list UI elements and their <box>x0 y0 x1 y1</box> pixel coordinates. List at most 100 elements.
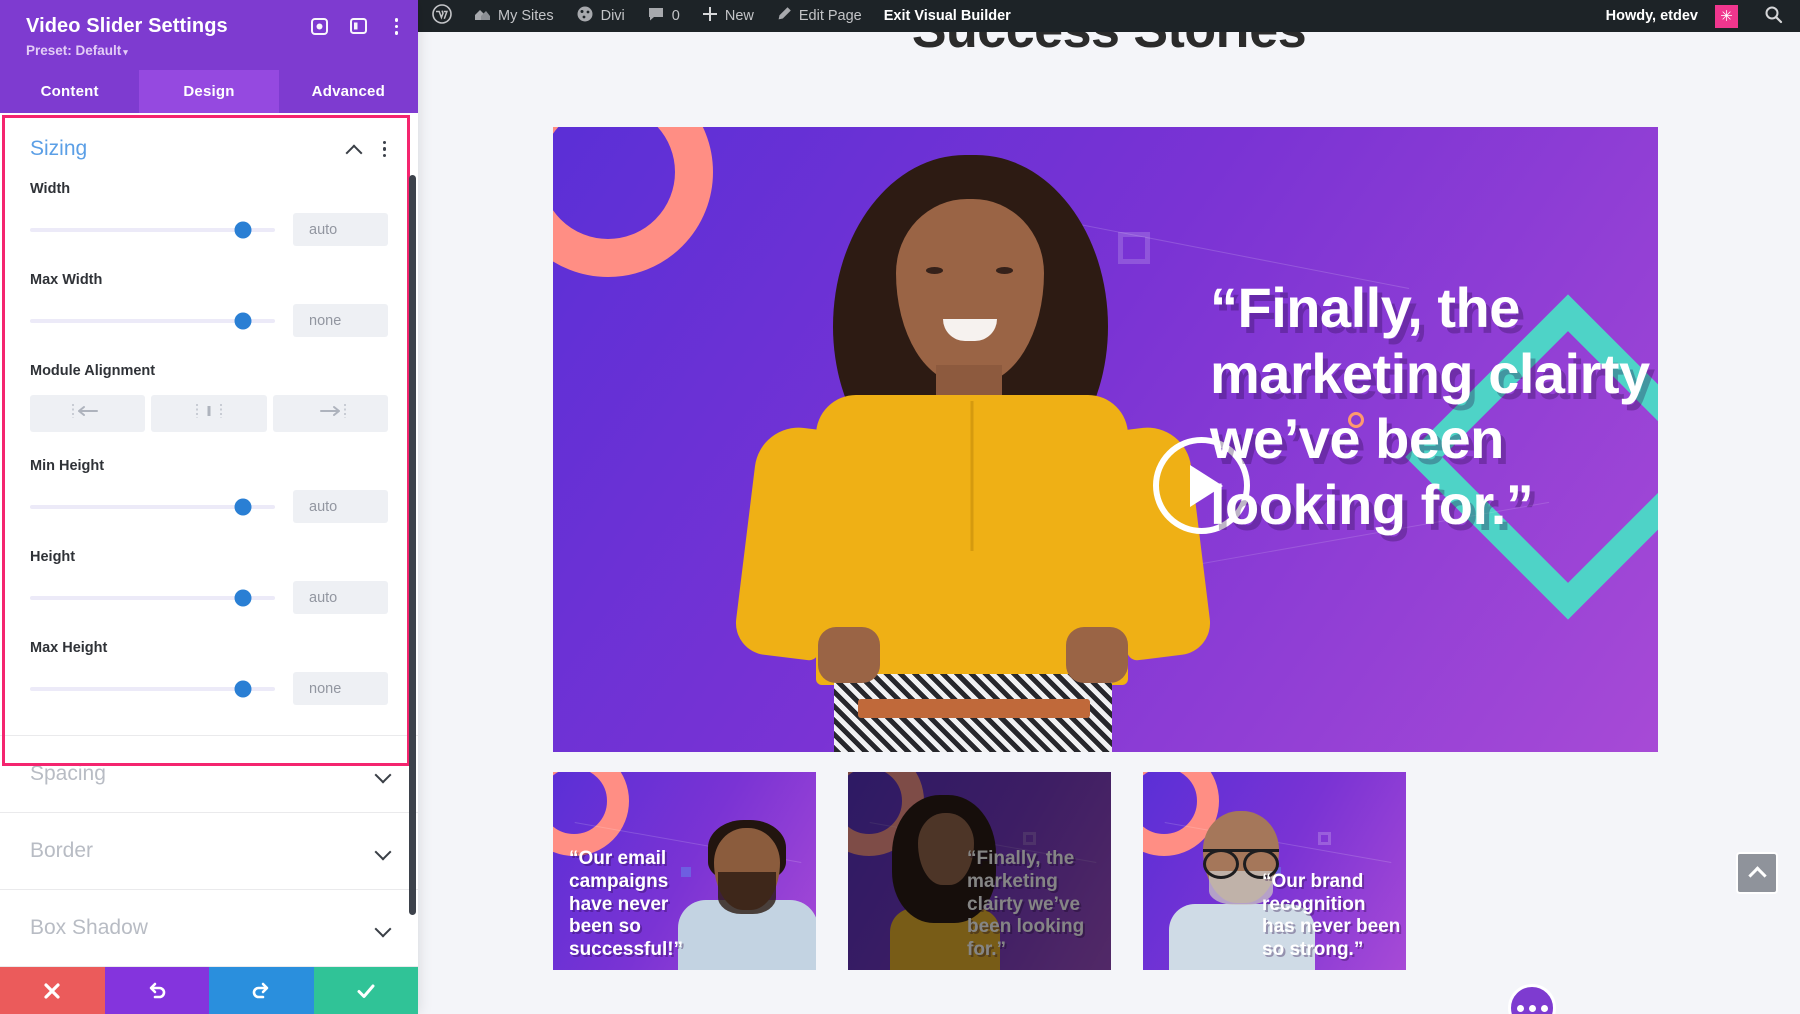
adminbar-item-exit-visual-builder[interactable]: Exit Visual Builder <box>873 0 1022 32</box>
checkmark-icon <box>357 984 375 998</box>
thumbnail-item[interactable]: “Our email campaigns have never been so … <box>553 772 816 970</box>
adminbar-item-wordpress[interactable] <box>418 0 462 32</box>
scroll-to-top-icon[interactable] <box>1736 852 1778 894</box>
width-input[interactable]: auto <box>293 213 388 246</box>
field-module-alignment: Module Alignment <box>30 363 388 432</box>
field-label: Width <box>30 181 71 197</box>
settings-group-border: Border <box>0 813 418 890</box>
align-center-button[interactable] <box>151 395 267 432</box>
adminbar-item-comments[interactable]: 0 <box>636 0 691 32</box>
save-button[interactable] <box>313 967 418 1014</box>
field-width: Width auto <box>30 181 388 246</box>
adminbar-item-new[interactable]: New <box>691 0 765 32</box>
adminbar-item-howdy[interactable]: Howdy, etdev ✳ <box>1595 0 1749 32</box>
settings-group-title: Sizing <box>30 137 88 160</box>
adminbar-label-edit-page: Edit Page <box>798 8 862 24</box>
cancel-button[interactable] <box>0 967 105 1014</box>
field-height: Height auto <box>30 549 388 614</box>
align-center-icon <box>192 403 226 424</box>
video-slider-thumbnails: “Our email campaigns have never been so … <box>553 772 1406 970</box>
max-width-input[interactable]: none <box>293 304 388 337</box>
chevron-down-icon[interactable] <box>376 843 392 859</box>
decor-pink-ring <box>553 127 713 277</box>
adminbar-label-my-sites: My Sites <box>498 8 554 24</box>
slider-knob[interactable] <box>234 498 252 515</box>
height-input[interactable]: auto <box>293 581 388 614</box>
chevron-down-icon[interactable] <box>376 920 392 936</box>
settings-group-spacing-header[interactable]: Spacing <box>0 736 418 812</box>
slide-quote: “Finally, the marketing clairty we’ve be… <box>1210 276 1650 536</box>
field-max-height: Max Height none <box>30 640 388 705</box>
redo-icon <box>252 982 269 998</box>
chevron-down-icon[interactable] <box>376 766 392 782</box>
align-left-button[interactable] <box>30 395 146 432</box>
adminbar-label-comment-count: 0 <box>671 8 680 24</box>
align-right-button[interactable] <box>272 395 388 432</box>
panel-scrollbar[interactable] <box>409 175 416 915</box>
page-canvas: Success Stories <box>418 32 1800 1014</box>
field-label: Max Width <box>30 272 103 288</box>
sites-icon <box>473 5 491 27</box>
video-slider-active-slide[interactable]: “Finally, the marketing clairty we’ve be… <box>553 127 1658 752</box>
settings-group-title: Border <box>30 839 94 862</box>
thumbnail-item[interactable]: “Finally, the marketing clairty we’ve be… <box>848 772 1111 970</box>
panel-footer <box>0 967 418 1014</box>
adminbar-item-divi[interactable]: Divi <box>565 0 636 32</box>
more-options-icon[interactable] <box>1508 984 1556 1014</box>
kebab-menu-icon[interactable] <box>389 16 405 37</box>
plus-icon <box>702 6 718 26</box>
adminbar-item-my-sites[interactable]: My Sites <box>462 0 565 32</box>
thumbnail-item[interactable]: “Our brand recognition has never been so… <box>1143 772 1406 970</box>
min-height-slider[interactable] <box>30 498 275 515</box>
panel-tabs: Content Design Advanced <box>0 70 418 113</box>
slider-knob[interactable] <box>234 312 252 329</box>
field-label: Min Height <box>30 458 105 474</box>
settings-group-sizing-header[interactable]: Sizing <box>0 113 418 181</box>
undo-icon <box>149 982 166 998</box>
tab-design[interactable]: Design <box>139 70 279 113</box>
layout-panel-icon[interactable] <box>349 18 367 35</box>
wordpress-logo-icon <box>432 4 452 28</box>
field-max-width: Max Width none <box>30 272 388 337</box>
tab-content[interactable]: Content <box>0 70 139 113</box>
settings-group-title: Box Shadow <box>30 916 148 939</box>
adminbar-item-edit-page[interactable]: Edit Page <box>765 0 873 32</box>
tab-advanced[interactable]: Advanced <box>279 70 418 113</box>
pencil-icon <box>776 6 792 26</box>
width-slider[interactable] <box>30 221 275 238</box>
panel-scroll-area: Sizing Width auto Max Width none Module … <box>0 113 418 967</box>
field-label: Height <box>30 549 76 565</box>
min-height-input[interactable]: auto <box>293 490 388 523</box>
adminbar-search-button[interactable] <box>1749 5 1800 28</box>
avatar: ✳ <box>1715 4 1738 28</box>
field-label: Module Alignment <box>30 363 156 379</box>
max-height-slider[interactable] <box>30 680 275 697</box>
align-right-icon <box>313 403 347 424</box>
adminbar-right-group: Howdy, etdev ✳ <box>1595 0 1800 32</box>
page-title: Success Stories <box>418 32 1800 60</box>
adminbar-label-divi: Divi <box>600 8 625 24</box>
preset-selector[interactable]: Preset: Default ▾ <box>26 43 400 58</box>
chevron-up-icon[interactable] <box>347 141 363 157</box>
chevron-down-icon: ▾ <box>123 47 128 57</box>
kebab-menu-icon[interactable] <box>377 139 393 160</box>
thumbnail-quote: “Our email campaigns have never been so … <box>569 848 684 961</box>
settings-group-sizing: Sizing Width auto Max Width none Module … <box>0 113 418 736</box>
adminbar-label-exit-visual-builder: Exit Visual Builder <box>883 8 1011 24</box>
settings-group-box-shadow-header[interactable]: Box Shadow <box>0 890 418 966</box>
field-label: Max Height <box>30 640 108 656</box>
slider-knob[interactable] <box>234 589 252 606</box>
thumbnail-quote: “Finally, the marketing clairty we’ve be… <box>967 848 1085 961</box>
close-icon <box>44 982 60 999</box>
align-left-icon <box>71 403 105 424</box>
undo-button[interactable] <box>104 967 209 1014</box>
target-icon[interactable] <box>310 17 328 35</box>
divi-icon <box>576 5 594 27</box>
max-height-input[interactable]: none <box>293 672 388 705</box>
redo-button[interactable] <box>209 967 314 1014</box>
height-slider[interactable] <box>30 589 275 606</box>
settings-group-border-header[interactable]: Border <box>0 813 418 889</box>
slider-knob[interactable] <box>234 680 252 697</box>
slider-knob[interactable] <box>234 221 252 238</box>
max-width-slider[interactable] <box>30 312 275 329</box>
